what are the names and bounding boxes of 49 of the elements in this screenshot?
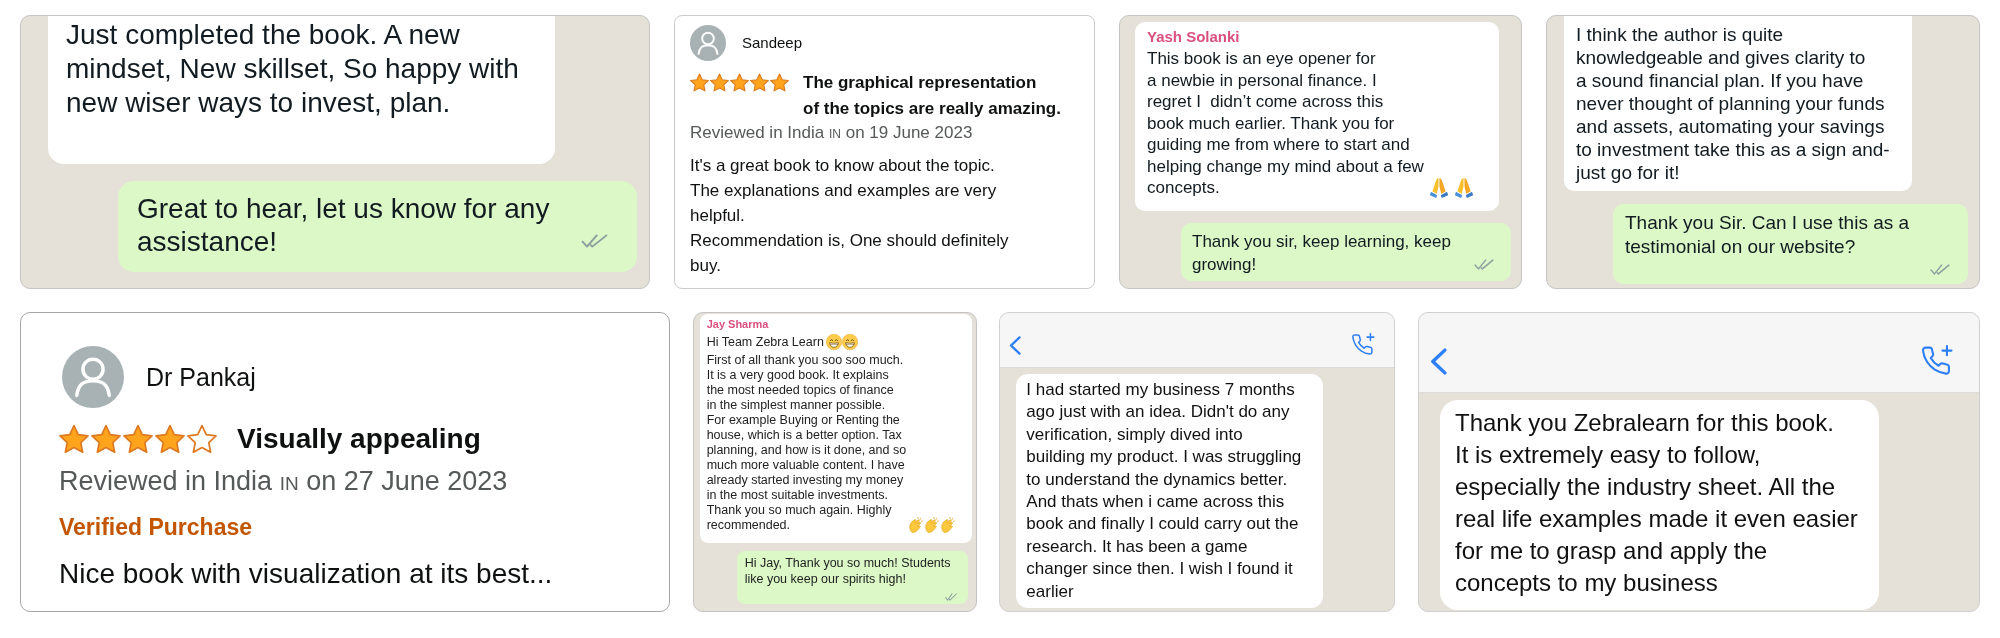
message-text: I had started my business 7 months ago just with an idea. Didn't do any verification, simply dived into building my product. I was struggling to understand the dynamics better. And thats when i came across this book and finally I could carry out the research. It has been a game changer since then. I wish I found it earlier <box>1026 379 1302 603</box>
grinning-face-icon <box>825 334 842 350</box>
verified-purchase-label: Verified Purchase <box>59 513 253 542</box>
message-text: Just completed the book. A new mindset, New skillset, So happy with new wiser ways to invest, plan. <box>66 18 519 120</box>
star-icon <box>710 73 729 92</box>
star-icon <box>690 73 709 92</box>
double-check-icon <box>944 593 957 601</box>
clapping-hands-icon <box>940 517 957 533</box>
phone-plus-icon[interactable] <box>1351 333 1377 355</box>
message-text: Thank you sir, keep learning, keep growing! <box>1192 230 1451 276</box>
review-text: Nice book with visualization at its best... <box>59 557 553 591</box>
sender-name: Jay Sharma <box>706 317 770 331</box>
review-text: It's a great book to know about the topic. The explanations and examples are very helpful. Recommendation is, One should definitely buy. <box>690 155 1010 277</box>
phone-plus-icon[interactable] <box>1920 345 1954 375</box>
double-check-icon <box>1474 258 1494 270</box>
message-text: This book is an eye opener for a newbie in personal finance. I regret I didn’t come across this book much earlier. Thank you for guiding me from where to start and helping change my mind about a few concepts. <box>1147 48 1424 199</box>
double-check-icon <box>581 234 608 248</box>
star-icon <box>730 73 749 92</box>
star-icon <box>187 424 217 454</box>
review-date-text: Reviewed in India IN on 19 June 2023 <box>690 122 973 144</box>
message-text: Thank you Zebralearn for this book. It is extremely easy to follow, especially the industry sheet. All the real life examples made it even easier for me to grasp and apply the concepts to my business <box>1454 408 1858 598</box>
star-icon <box>770 73 789 92</box>
clapping-hands-icon <box>924 517 941 533</box>
message-text: I think the author is quite knowledgeable and gives clarity to a sound financial plan. If you have never thought of planning your funds and assets, automating your savings to investment take this as a sign and- just go for it! <box>1576 23 1890 184</box>
folded-hands-icon <box>1453 177 1474 198</box>
avatar-icon <box>62 346 124 408</box>
message-text: Great to hear, let us know for any assistance! <box>137 192 550 258</box>
review-title: The graphical representation of the topics are really amazing. <box>803 72 1061 120</box>
message-text: Thank you Sir. Can I use this as a testimonial on our website? <box>1625 211 1910 259</box>
star-icon <box>155 424 185 454</box>
chevron-left-icon[interactable] <box>1429 348 1447 375</box>
double-check-icon <box>1930 264 1950 275</box>
star-icon <box>750 73 769 92</box>
star-icon <box>59 424 89 454</box>
avatar-icon <box>690 25 726 61</box>
reviewer-name: Dr Pankaj <box>146 362 256 392</box>
grinning-face-icon <box>841 334 858 350</box>
sender-name: Yash Solanki <box>1147 28 1241 46</box>
message-text: Hi Team Zebra Learn <box>706 335 824 350</box>
clapping-hands-icon <box>908 517 925 533</box>
message-text: Hi Jay, Thank you so much! Students like you keep our spirits high! <box>744 555 951 587</box>
star-icon <box>91 424 121 454</box>
review-title: Visually appealing <box>237 422 481 456</box>
review-date-text: Reviewed in India IN on 27 June 2023 <box>59 465 508 498</box>
message-text: First of all thank you soo soo much. It is a very good book. It explains the most needed topics of finance in the simplest manner possible. For example Buying or Renting the house, which is a better option. Tax planning, and how is it done, and so much more valuable content. I have already started investing my money in the most suitable investments. Thank you so much again. Highly recommended. <box>706 353 907 533</box>
chevron-left-icon[interactable] <box>1009 336 1022 355</box>
folded-hands-icon <box>1428 177 1449 198</box>
reviewer-name: Sandeep <box>742 33 803 53</box>
star-icon <box>123 424 153 454</box>
